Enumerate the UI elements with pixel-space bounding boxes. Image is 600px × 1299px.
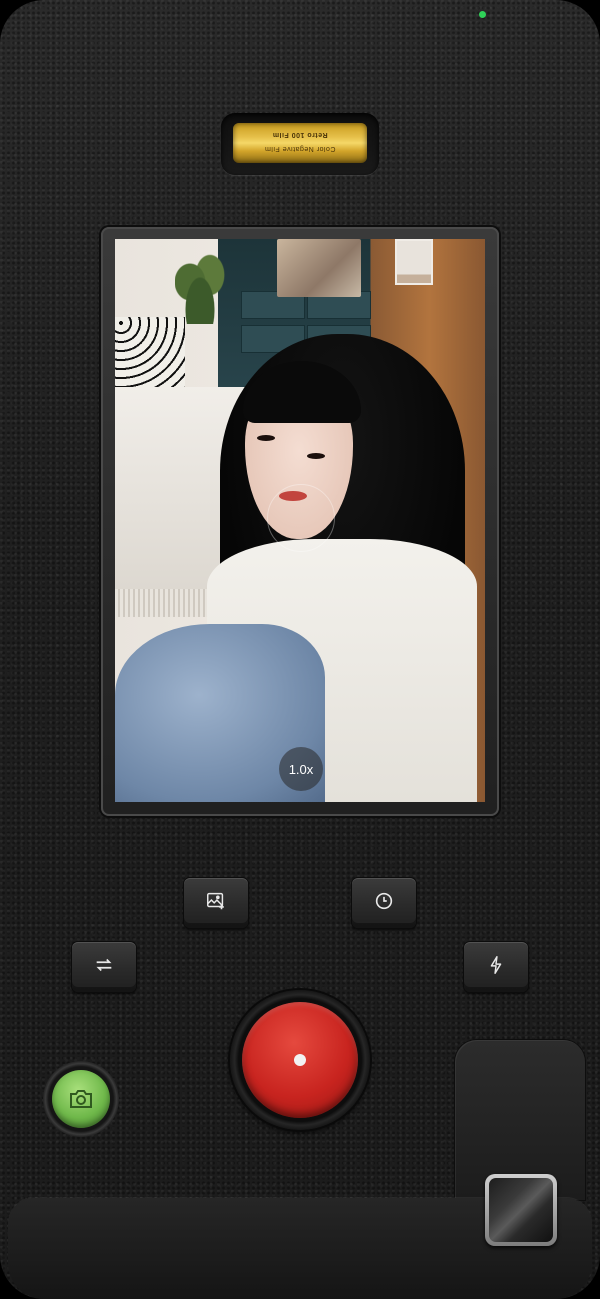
mode-button-housing [43,1061,119,1137]
flash-icon [490,956,502,974]
shutter-button[interactable] [242,1002,358,1118]
thumbnail-image [489,1178,553,1242]
flash-button[interactable] [464,942,528,992]
film-roll: Retro 100 Film Color Negative Film [233,123,367,163]
camera-preview[interactable]: 1.0x [115,239,485,802]
camera-in-use-indicator [479,11,486,18]
timer-button[interactable] [352,878,416,928]
zoom-button[interactable]: 1.0x [279,747,323,791]
clock-icon [375,892,393,910]
camera-mode-button[interactable] [52,1070,110,1128]
film-window[interactable]: Retro 100 Film Color Negative Film [221,113,379,175]
switch-camera-button[interactable] [72,942,136,992]
switch-camera-icon [96,958,112,972]
film-label: Retro 100 Film [272,131,328,138]
last-photo-thumbnail[interactable] [485,1174,557,1246]
focus-indicator [267,484,335,552]
viewfinder-frame: 1.0x [101,227,499,816]
film-sublabel: Color Negative Film [264,145,336,152]
gallery-button[interactable] [184,878,248,928]
shutter-dot [294,1054,306,1066]
photo-add-icon [207,892,224,910]
camera-icon [70,1090,92,1108]
camera-app-screen: Retro 100 Film Color Negative Film 1.0x [0,0,600,1299]
shutter-housing [230,990,370,1130]
